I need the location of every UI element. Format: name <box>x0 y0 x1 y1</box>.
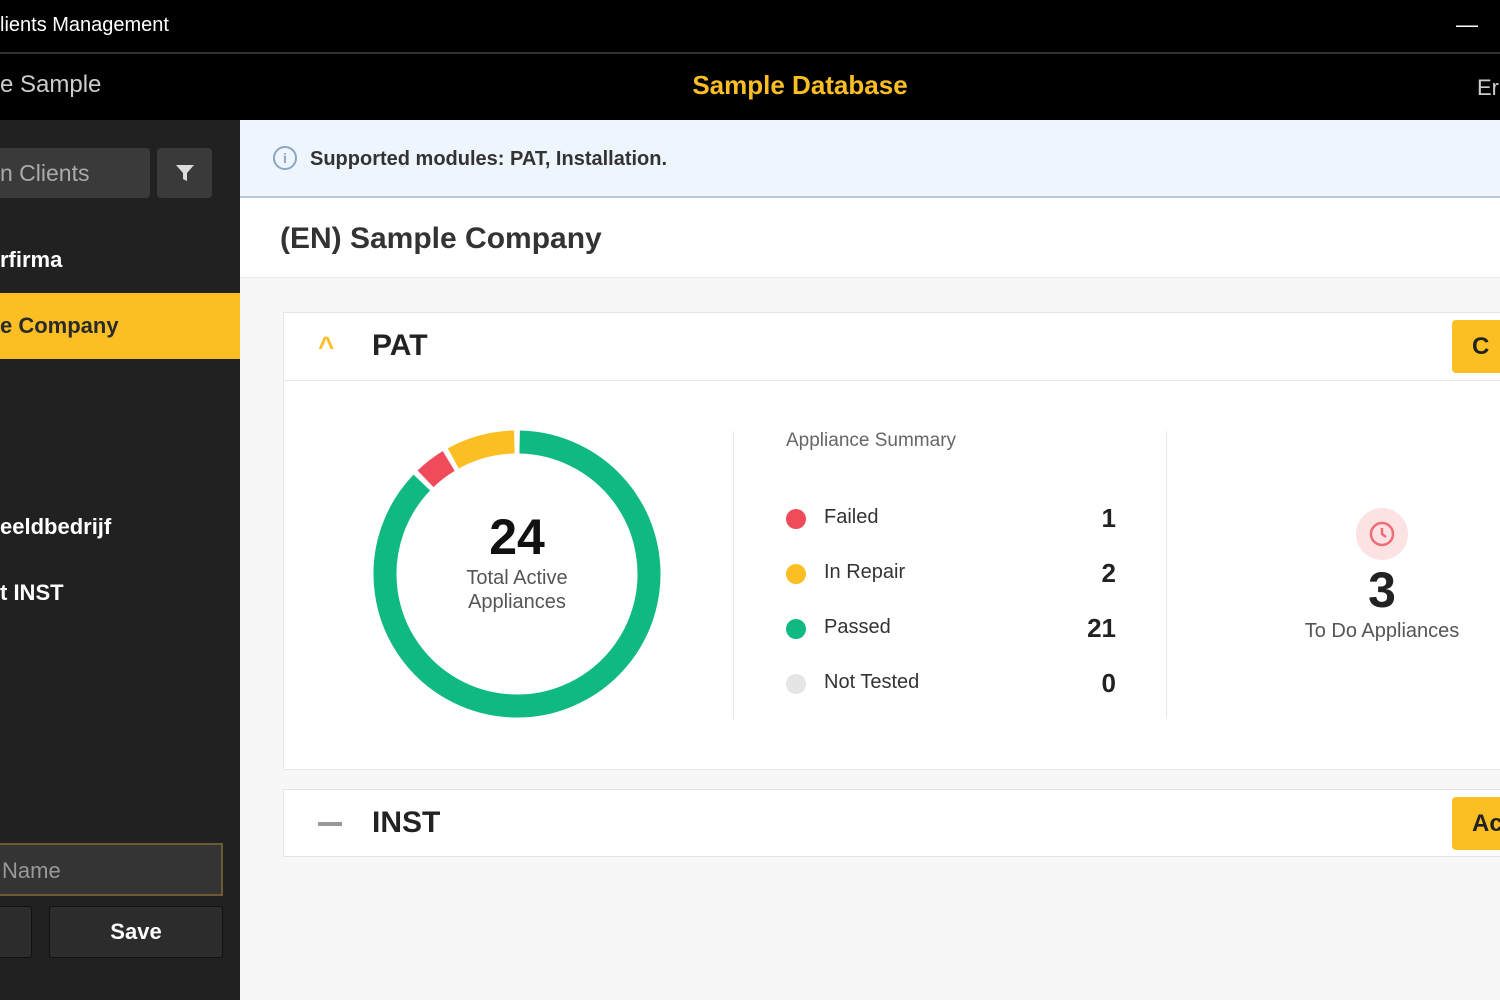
donut-slice-failed <box>417 451 455 488</box>
summary-label: Passed <box>824 616 891 638</box>
inst-header[interactable]: INST Ac <box>284 790 1500 858</box>
filter-button[interactable] <box>157 148 212 198</box>
todo-label: To Do Appliances <box>1304 620 1460 642</box>
info-banner: i Supported modules: PAT, Installation. <box>240 120 1500 198</box>
client-item[interactable]: eeldbedrijf <box>0 494 240 560</box>
save-button[interactable]: Save <box>49 906 223 958</box>
client-item[interactable]: t INST <box>0 560 240 626</box>
info-text: Supported modules: PAT, Installation. <box>310 148 668 170</box>
inst-card: INST Ac <box>283 789 1500 857</box>
summary-row: Passed 21 <box>786 613 1116 643</box>
todo-widget[interactable]: 3 To Do Appliances <box>1284 508 1480 643</box>
language-selector[interactable]: Er <box>1477 75 1499 101</box>
summary-label: In Repair <box>824 561 906 583</box>
summary-row: Failed 1 <box>786 503 1116 533</box>
summary-row: In Repair 2 <box>786 558 1116 588</box>
summary-value: 1 <box>1101 503 1116 533</box>
title-bar: lients Management — <box>0 0 1500 54</box>
client-item-selected[interactable]: e Company <box>0 293 240 359</box>
info-icon: i <box>273 146 297 170</box>
status-dot <box>786 619 806 639</box>
pat-header[interactable]: ^ PAT C <box>284 313 1500 381</box>
app-header: e Sample Sample Database Er <box>0 54 1500 120</box>
pat-title: PAT <box>372 329 428 362</box>
name-input[interactable]: Name <box>0 843 223 896</box>
status-dot <box>786 509 806 529</box>
window-title: lients Management <box>0 14 169 36</box>
divider <box>733 431 734 719</box>
status-dot <box>786 674 806 694</box>
status-dot <box>786 564 806 584</box>
summary-row: Not Tested 0 <box>786 668 1116 698</box>
filter-icon <box>175 165 194 181</box>
summary-value: 21 <box>1087 613 1116 643</box>
pat-action-button[interactable]: C <box>1452 320 1500 373</box>
client-item[interactable]: rfirma <box>0 227 240 293</box>
pat-card: ^ PAT C 24 Total Active Appliances Appli… <box>283 312 1500 770</box>
cancel-button[interactable] <box>0 906 32 958</box>
inst-action-button[interactable]: Ac <box>1452 797 1500 850</box>
todo-count: 3 <box>1368 562 1396 618</box>
divider <box>1166 431 1167 719</box>
company-header: (EN) Sample Company <box>240 198 1500 278</box>
company-title: (EN) Sample Company <box>280 222 602 255</box>
database-title: Sample Database <box>692 70 908 100</box>
total-label: Total Active Appliances <box>466 567 568 613</box>
total-count: 24 <box>489 509 545 565</box>
donut-slice-in-repair <box>447 430 515 469</box>
chevron-up-icon[interactable]: ^ <box>318 331 334 363</box>
summary-label: Failed <box>824 506 879 528</box>
summary-title: Appliance Summary <box>786 430 957 451</box>
sidebar: n Clients rfirma e Company eeldbedrijf t… <box>0 120 240 1000</box>
inst-title: INST <box>372 806 441 839</box>
summary-value: 2 <box>1101 558 1116 588</box>
search-clients-input[interactable]: n Clients <box>0 148 150 198</box>
minimize-button[interactable]: — <box>1456 12 1478 38</box>
collapse-icon[interactable] <box>318 822 342 826</box>
summary-label: Not Tested <box>824 671 920 693</box>
summary-value: 0 <box>1101 668 1116 698</box>
clock-icon <box>1356 508 1408 560</box>
